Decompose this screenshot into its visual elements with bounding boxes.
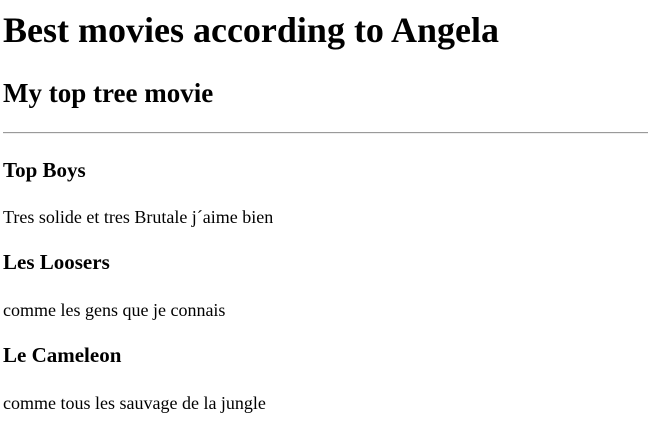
page-subtitle: My top tree movie: [3, 78, 214, 108]
movie-description-2: comme les gens que je connais: [3, 300, 226, 320]
section-divider: [3, 132, 648, 134]
page-title: Best movies according to Angela: [3, 10, 499, 50]
movie-description-1: Tres solide et tres Brutale j´aime bien: [3, 207, 274, 227]
movie-title-1: Top Boys: [3, 158, 86, 182]
movie-title-3: Le Cameleon: [3, 343, 122, 367]
page: Best movies according to Angela My top t…: [0, 0, 648, 435]
movie-title-2: Les Loosers: [3, 250, 110, 274]
movie-description-3: comme tous les sauvage de la jungle: [3, 393, 266, 413]
